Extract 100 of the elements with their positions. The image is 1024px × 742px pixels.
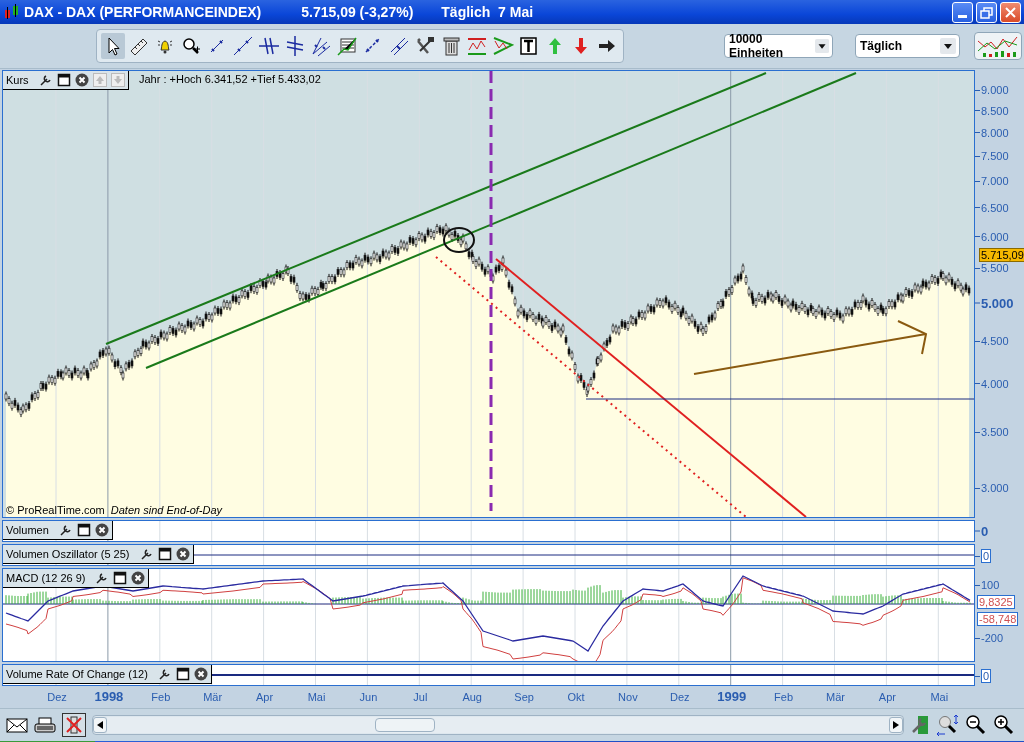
close-button[interactable]: [1000, 1, 1021, 23]
window-title: DAX - DAX (PERFORMANCEINDEX): [24, 4, 262, 20]
crossed-out-icon: [64, 715, 84, 735]
axis-label: 3.500: [975, 426, 1009, 439]
left-triangle-icon: [97, 721, 103, 729]
window-icon[interactable]: [157, 547, 172, 561]
zoom-in-button[interactable]: [993, 714, 1015, 736]
text-icon: [518, 35, 540, 57]
line-pattern-icon: [466, 35, 488, 57]
axis-label: Mai: [930, 691, 949, 703]
wrench-icon[interactable]: [157, 667, 172, 681]
close-icon[interactable]: [175, 547, 190, 561]
axis-label: Feb: [151, 691, 171, 703]
scrollbar[interactable]: [92, 715, 904, 735]
highlight-circle: [443, 227, 475, 253]
window-icon[interactable]: [175, 667, 190, 681]
axis-label: 4.500: [975, 335, 1009, 348]
email-button[interactable]: [6, 716, 28, 734]
pointer-tool[interactable]: [101, 33, 125, 59]
axis-label: Dez: [47, 691, 67, 703]
panel-title: Kurs: [6, 74, 29, 86]
wrench-icon[interactable]: [139, 547, 154, 561]
scroll-right-button[interactable]: [889, 717, 903, 733]
close-icon[interactable]: [193, 667, 208, 681]
zoom-out-icon: [965, 714, 987, 736]
period-text: Täglich 7 Mai: [441, 4, 534, 20]
panel-title: Volume Rate Of Change (12): [6, 668, 148, 680]
year-range-text: Jahr : +Hoch 6.341,52 +Tief 5.433,02: [139, 73, 321, 85]
axis-label: 8.000: [975, 126, 1009, 139]
axis-label: 100: [975, 579, 1000, 591]
axis-label: Jun: [359, 691, 378, 703]
panel-title: MACD (12 26 9): [6, 572, 86, 584]
axis-label: Apr: [878, 691, 896, 703]
chart-style-button[interactable]: [974, 32, 1022, 60]
triangle-icon: [492, 35, 514, 57]
restore-button[interactable]: [976, 1, 997, 23]
axis-label: 0: [975, 549, 992, 563]
printer-icon: [34, 716, 56, 734]
scroll-left-button[interactable]: [93, 717, 107, 733]
axis-label: 1998: [94, 689, 124, 704]
units-dropdown[interactable]: 10000 Einheiten: [724, 34, 833, 58]
axis-label: -200: [975, 632, 1004, 644]
axis-label: 0: [975, 669, 992, 683]
trash-icon: [440, 35, 462, 57]
close-icon[interactable]: [94, 523, 109, 537]
axis-label: 5.500: [975, 262, 1009, 275]
axis-label: 7.000: [975, 175, 1009, 188]
print-button[interactable]: [34, 716, 56, 734]
copyright-text: © ProRealTime.com: [6, 504, 105, 516]
indicator-value: 9,8325: [977, 595, 1015, 609]
scrollbar-thumb[interactable]: [375, 718, 435, 732]
axis-label: 9.000: [975, 84, 1009, 96]
axis-label: 7.500: [975, 150, 1009, 163]
crossed-out-button[interactable]: [62, 713, 86, 737]
vertical-line-icon: [284, 35, 306, 57]
window-icon[interactable]: [76, 523, 91, 537]
data-note: Daten sind End-of-Day: [110, 504, 223, 516]
axis-label: Aug: [462, 691, 482, 703]
window-icon[interactable]: [56, 73, 71, 87]
close-icon[interactable]: [131, 571, 146, 585]
fibonacci-icon: [336, 35, 358, 57]
window-icon[interactable]: [113, 571, 128, 585]
close-icon: [1003, 4, 1018, 20]
envelope-icon: [6, 716, 28, 734]
wrench-icon[interactable]: [38, 73, 53, 87]
axis-label: Dez: [670, 691, 690, 703]
fan-lines-icon: [310, 35, 332, 57]
axis-label: Sep: [514, 691, 534, 703]
axis-label: 6.000: [975, 230, 1009, 243]
minimize-button[interactable]: [952, 1, 973, 23]
axis-label: Feb: [774, 691, 794, 703]
axis-label: Nov: [618, 691, 638, 703]
last-price-label: 5.715,09: [979, 247, 1024, 262]
settings-button[interactable]: [910, 714, 930, 736]
axis-label: 6.500: [975, 201, 1009, 214]
axis-label: Mär: [203, 691, 223, 703]
wrench-icon[interactable]: [58, 523, 73, 537]
axis-label: Mai: [307, 691, 326, 703]
zoom-in-icon: [993, 714, 1015, 736]
quote-text: 5.715,09 (-3,27%): [301, 4, 414, 20]
ray-icon: [232, 35, 254, 57]
panel-title: Volumen: [6, 524, 49, 536]
right-triangle-icon: [893, 721, 899, 729]
axis-label: Jul: [413, 691, 428, 703]
indicator-value: -58,748: [977, 612, 1019, 626]
zoom-out-button[interactable]: [965, 714, 987, 736]
panel-title: Volumen Oszillator (5 25): [6, 548, 130, 560]
axis-label: 3.000: [975, 482, 1009, 494]
horizontal-line-icon: [258, 35, 280, 57]
wrench-icon: [910, 714, 930, 736]
axis-label: 0: [975, 523, 989, 539]
interval-dropdown[interactable]: Täglich: [855, 34, 960, 58]
axis-label: Apr: [256, 691, 274, 703]
zoom-fit-icon: [936, 714, 959, 736]
close-icon[interactable]: [74, 73, 89, 87]
zoom-fit-button[interactable]: [936, 714, 959, 736]
axis-label: Mär: [826, 691, 845, 703]
parallel-lines-icon: [388, 35, 410, 57]
wrench-icon[interactable]: [95, 571, 110, 585]
axis-label: 4.000: [975, 377, 1009, 390]
